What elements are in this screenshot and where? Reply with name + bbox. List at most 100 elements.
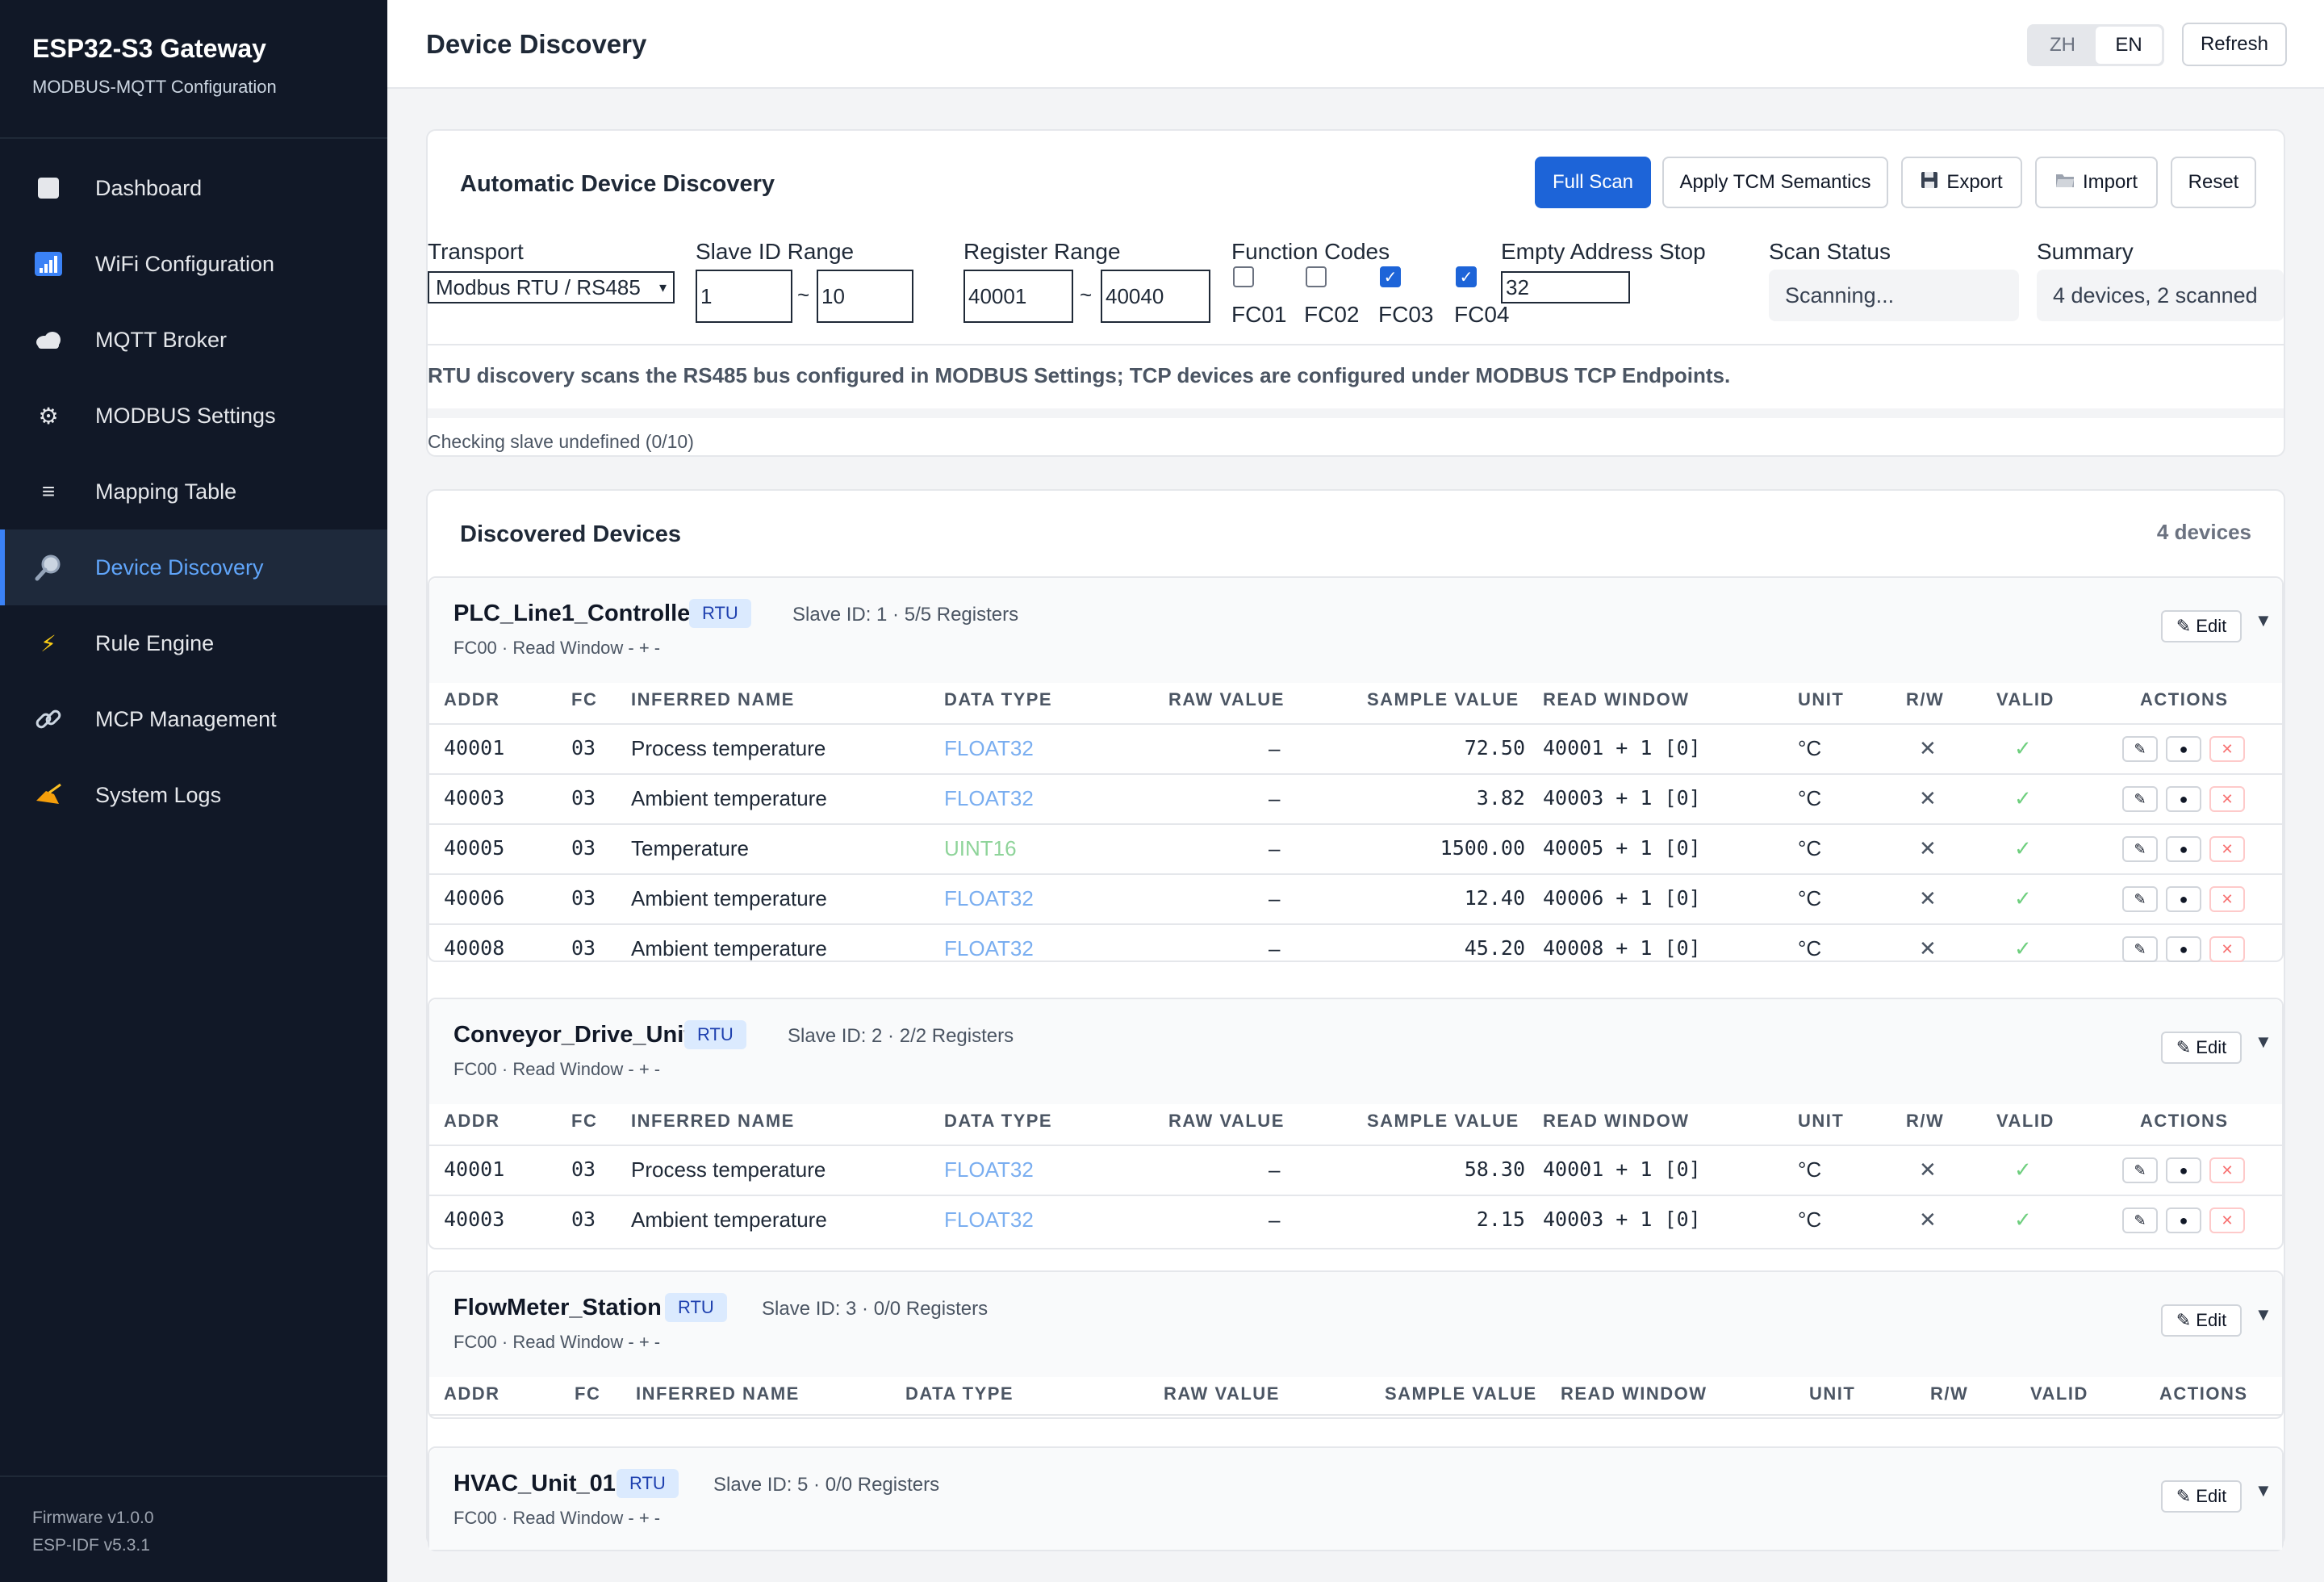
read-row-button[interactable]: ● [2166, 936, 2201, 962]
lang-en-button[interactable]: EN [2096, 27, 2162, 64]
sidebar-item-wifi[interactable]: WiFi Configuration [0, 226, 387, 302]
slave-from-input[interactable]: 1 [696, 270, 792, 323]
col-data-type: DATA TYPE [944, 689, 1053, 709]
device-card: Conveyor_Drive_Unit RTU Slave ID: 2 · 2/… [428, 998, 2284, 1249]
register-to-input[interactable]: 40040 [1101, 270, 1210, 323]
fc04-label: FC04 [1454, 302, 1510, 327]
reset-button[interactable]: Reset [2171, 157, 2256, 208]
collapse-caret-icon[interactable]: ▼ [2255, 1032, 2272, 1053]
cell-rw: ✕ [1919, 936, 1937, 960]
empty-stop-input[interactable]: 32 [1501, 271, 1630, 303]
fc03-checkbox[interactable]: ✓ [1380, 266, 1401, 287]
edit-row-button[interactable]: ✎ [2122, 1157, 2158, 1183]
apply-tcm-button[interactable]: Apply TCM Semantics [1662, 157, 1888, 208]
cell-type: FLOAT32 [944, 936, 1034, 960]
edit-device-button[interactable]: ✎ Edit [2161, 1304, 2242, 1337]
col-unit: UNIT [1798, 1111, 1845, 1131]
delete-row-button[interactable]: ✕ [2209, 836, 2245, 862]
delete-row-button[interactable]: ✕ [2209, 1157, 2245, 1183]
edit-row-button[interactable]: ✎ [2122, 886, 2158, 912]
device-card: PLC_Line1_Controller RTU Slave ID: 1 · 5… [428, 576, 2284, 962]
col-sample-value: SAMPLE VALUE [1367, 1111, 1519, 1131]
cell-name: Ambient temperature [631, 1207, 827, 1232]
edit-device-button[interactable]: ✎ Edit [2161, 1480, 2242, 1513]
sidebar-item-mqtt[interactable]: MQTT Broker [0, 302, 387, 378]
device-header[interactable] [429, 1448, 2282, 1550]
slave-to-input[interactable]: 10 [817, 270, 913, 323]
sidebar-item-mapping[interactable]: ≡ Mapping Table [0, 454, 387, 529]
sidebar-item-label: MODBUS Settings [95, 403, 276, 428]
cell-window: 40008 + 1 [0] [1543, 936, 1701, 960]
read-row-button[interactable]: ● [2166, 786, 2201, 812]
edit-row-button[interactable]: ✎ [2122, 736, 2158, 762]
top-bar: Device Discovery ZH EN Refresh [387, 0, 2324, 89]
edit-row-button[interactable]: ✎ [2122, 836, 2158, 862]
protocol-badge: RTU [665, 1293, 727, 1322]
fc02-label: FC02 [1304, 302, 1360, 327]
edit-row-button[interactable]: ✎ [2122, 1207, 2158, 1233]
sidebar-item-discovery[interactable]: Device Discovery [0, 529, 387, 605]
collapse-caret-icon[interactable]: ▼ [2255, 1480, 2272, 1501]
fc04-checkbox[interactable]: ✓ [1456, 266, 1477, 287]
col-fc: FC [575, 1383, 601, 1404]
edit-device-button[interactable]: ✎ Edit [2161, 1032, 2242, 1064]
delete-row-button[interactable]: ✕ [2209, 736, 2245, 762]
edit-device-button[interactable]: ✎ Edit [2161, 610, 2242, 642]
cell-type: FLOAT32 [944, 786, 1034, 810]
col-fc: FC [571, 689, 598, 709]
cell-fc: 03 [571, 886, 596, 910]
brand: ESP32-S3 Gateway MODBUS-MQTT Configurati… [0, 0, 387, 139]
sidebar-item-label: Rule Engine [95, 630, 215, 655]
register-from-input[interactable]: 40001 [963, 270, 1073, 323]
cell-valid: ✓ [2014, 1207, 2032, 1232]
delete-row-button[interactable]: ✕ [2209, 1207, 2245, 1233]
import-label: Import [2082, 171, 2138, 193]
export-button[interactable]: Export [1901, 157, 2022, 208]
device-header[interactable] [429, 999, 2282, 1104]
full-scan-button[interactable]: Full Scan [1535, 157, 1651, 208]
cell-sample: 58.30 [1464, 1157, 1525, 1181]
cell-raw: – [1269, 1207, 1281, 1232]
sidebar-item-modbus[interactable]: ⚙ MODBUS Settings [0, 378, 387, 454]
fc03-label: FC03 [1378, 302, 1434, 327]
fc01-checkbox[interactable] [1233, 266, 1254, 287]
sidebar-item-dashboard[interactable]: Dashboard [0, 150, 387, 226]
sidebar-item-logs[interactable]: System Logs [0, 757, 387, 833]
read-row-button[interactable]: ● [2166, 886, 2201, 912]
import-button[interactable]: Import [2035, 157, 2158, 208]
lang-zh-button[interactable]: ZH [2029, 27, 2096, 64]
transport-select[interactable]: Modbus RTU / RS485 ▾ [428, 271, 675, 303]
refresh-button[interactable]: Refresh [2182, 23, 2287, 66]
read-row-button[interactable]: ● [2166, 1157, 2201, 1183]
edit-row-button[interactable]: ✎ [2122, 936, 2158, 962]
device-header[interactable] [429, 578, 2282, 683]
col-read-window: READ WINDOW [1543, 689, 1690, 709]
sidebar-nav: Dashboard WiFi Configuration MQTT Broker… [0, 150, 387, 833]
col-read-window: READ WINDOW [1561, 1383, 1707, 1404]
col-rw: R/W [1906, 1111, 1945, 1131]
sidebar-item-label: System Logs [95, 782, 222, 807]
collapse-caret-icon[interactable]: ▼ [2255, 1304, 2272, 1325]
read-row-button[interactable]: ● [2166, 1207, 2201, 1233]
edit-row-button[interactable]: ✎ [2122, 786, 2158, 812]
device-name: PLC_Line1_Controller [454, 601, 700, 626]
cell-valid: ✓ [2014, 836, 2032, 860]
collapse-caret-icon[interactable]: ▼ [2255, 610, 2272, 631]
col-read-window: READ WINDOW [1543, 1111, 1690, 1131]
delete-row-button[interactable]: ✕ [2209, 886, 2245, 912]
device-header[interactable] [429, 1272, 2282, 1377]
protocol-badge: RTU [684, 1020, 746, 1049]
cell-fc: 03 [571, 1157, 596, 1181]
cloud-icon [32, 324, 65, 356]
device-meta: Slave ID: 1 · 5/5 Registers [792, 604, 1019, 626]
col-raw-value: RAW VALUE [1168, 689, 1285, 709]
scan-status-label: Scan Status [1769, 239, 1891, 264]
delete-row-button[interactable]: ✕ [2209, 936, 2245, 962]
cell-sample: 72.50 [1464, 736, 1525, 760]
fc02-checkbox[interactable] [1306, 266, 1327, 287]
sidebar-item-mcp[interactable]: MCP Management [0, 681, 387, 757]
sidebar-item-rules[interactable]: ⚡ Rule Engine [0, 605, 387, 681]
delete-row-button[interactable]: ✕ [2209, 786, 2245, 812]
read-row-button[interactable]: ● [2166, 736, 2201, 762]
read-row-button[interactable]: ● [2166, 836, 2201, 862]
